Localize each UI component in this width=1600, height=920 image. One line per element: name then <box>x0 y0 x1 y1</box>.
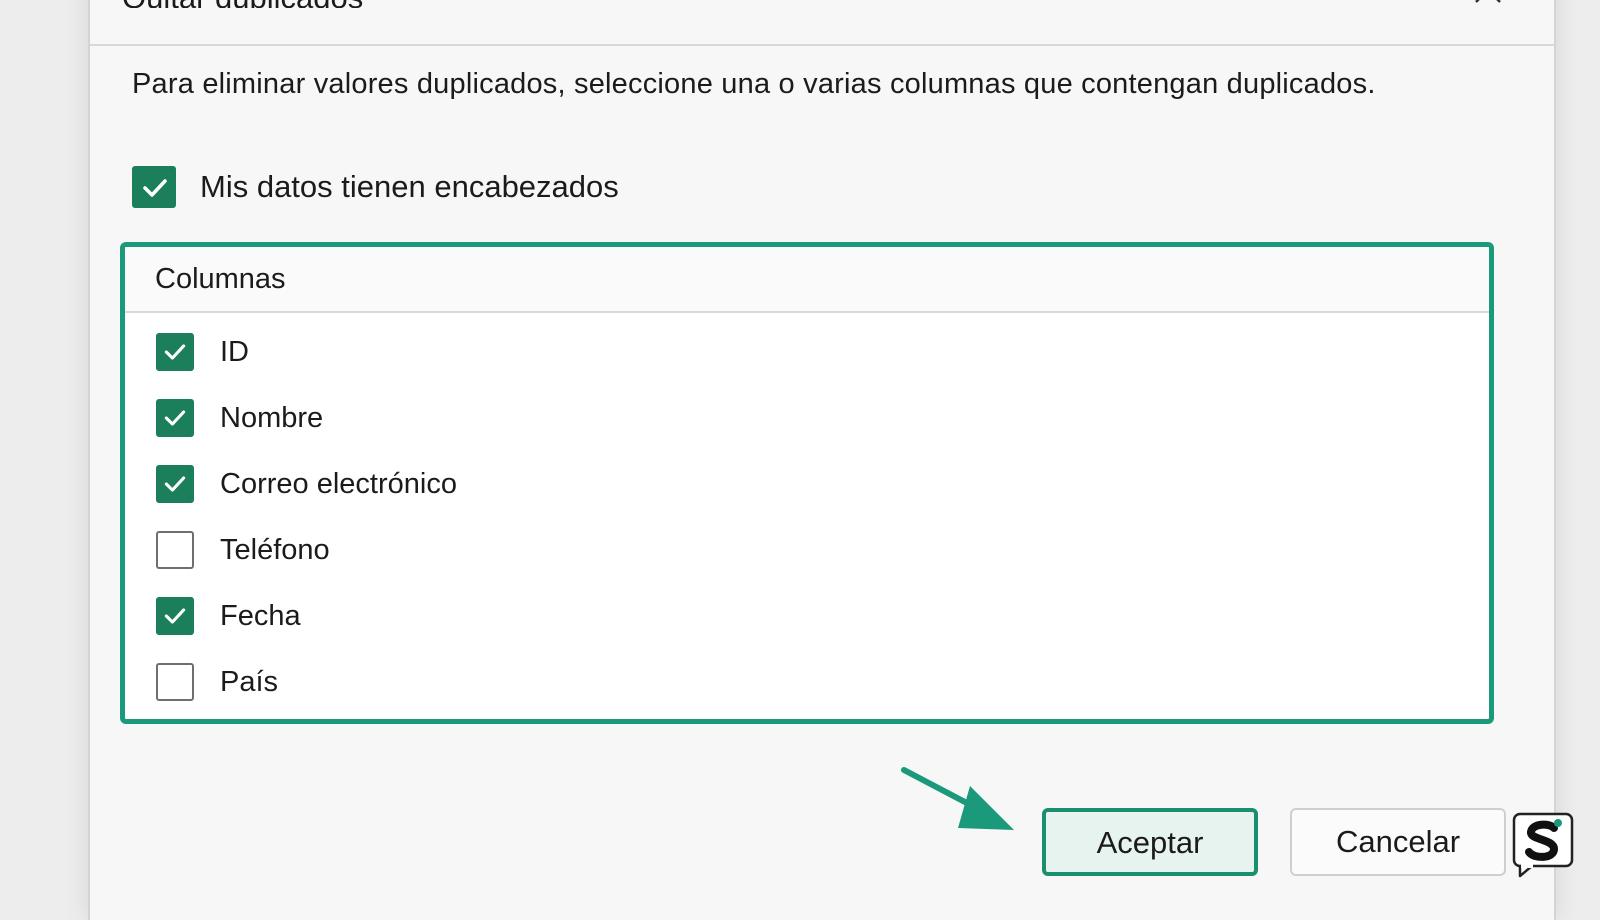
my-data-has-headers-checkbox[interactable]: Mis datos tienen encabezados <box>132 166 619 208</box>
headers-checkbox-box[interactable] <box>132 166 176 208</box>
s-logo-icon <box>1512 812 1574 878</box>
close-icon <box>1475 0 1501 3</box>
column-checkbox[interactable] <box>156 597 194 635</box>
checkmark-icon <box>164 608 186 624</box>
column-label: Teléfono <box>220 533 330 566</box>
checkmark-icon <box>164 410 186 426</box>
dialog-titlebar: Quitar duplicados <box>90 0 1554 46</box>
columns-list: Columnas ID Nombre Correo electrónico Te… <box>120 242 1494 724</box>
arrow-pointer-icon <box>901 767 1014 830</box>
column-item-telefono[interactable]: Teléfono <box>156 531 330 569</box>
column-checkbox[interactable] <box>156 531 194 569</box>
checkmark-icon <box>164 476 186 492</box>
column-label: ID <box>220 335 249 368</box>
dialog-title: Quitar duplicados <box>122 0 363 8</box>
headers-checkbox-label: Mis datos tienen encabezados <box>200 169 619 204</box>
close-button[interactable] <box>1472 0 1504 6</box>
column-item-nombre[interactable]: Nombre <box>156 399 323 437</box>
ok-button[interactable]: Aceptar <box>1042 808 1258 876</box>
column-label: Fecha <box>220 599 301 632</box>
checkmark-icon <box>164 344 186 360</box>
dialog-description: Para eliminar valores duplicados, selecc… <box>132 68 1376 100</box>
column-item-pais[interactable]: País <box>156 663 278 701</box>
column-checkbox[interactable] <box>156 663 194 701</box>
column-checkbox[interactable] <box>156 399 194 437</box>
column-checkbox[interactable] <box>156 465 194 503</box>
column-label: Correo electrónico <box>220 467 457 500</box>
remove-duplicates-dialog: Quitar duplicados Para eliminar valores … <box>88 0 1556 920</box>
cancel-button[interactable]: Cancelar <box>1290 808 1506 876</box>
column-item-correo[interactable]: Correo electrónico <box>156 465 457 503</box>
columns-list-header: Columnas <box>125 247 1489 313</box>
column-item-id[interactable]: ID <box>156 333 249 371</box>
checkmark-icon <box>143 179 167 197</box>
column-label: Nombre <box>220 401 324 434</box>
column-item-fecha[interactable]: Fecha <box>156 597 301 635</box>
column-checkbox[interactable] <box>156 333 194 371</box>
column-label: País <box>220 665 279 698</box>
